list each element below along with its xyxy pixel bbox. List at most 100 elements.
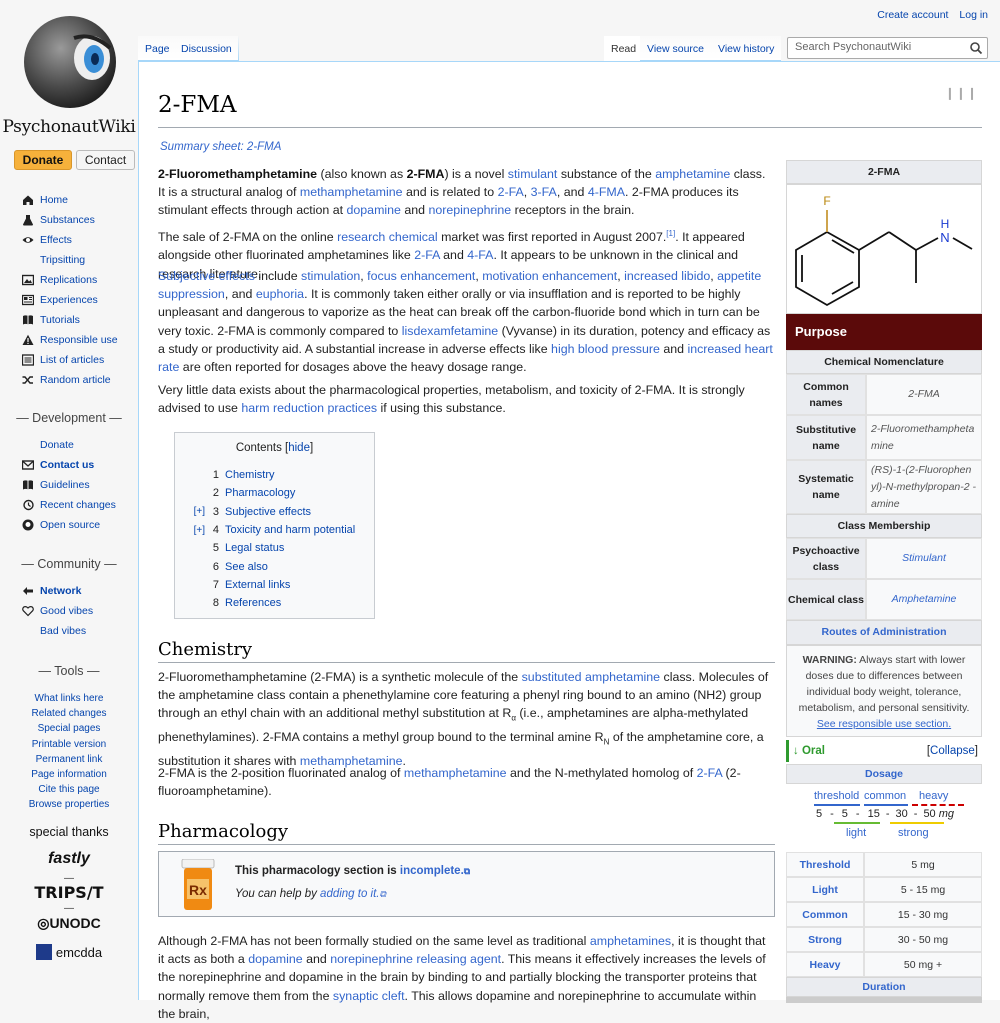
sidebar-item-network[interactable]: Network [0, 581, 138, 601]
responsible-use-link[interactable]: See responsible use section. [817, 718, 951, 730]
dosage-scale: threshold common heavy 5- 5- 15- 30- 50 … [786, 784, 982, 846]
tool-link-what-links-here[interactable]: What links here [0, 691, 138, 706]
heart-icon [20, 605, 36, 617]
tab-view-source[interactable]: View source [640, 36, 712, 61]
page-options-icon[interactable]: ❙❙❙ [945, 86, 978, 100]
search-input[interactable]: Search PsychonautWiki [787, 37, 988, 59]
login-link[interactable]: Log in [959, 9, 988, 21]
tool-link-page-information[interactable]: Page information [0, 767, 138, 782]
emcdda-logo[interactable]: emcdda [0, 944, 138, 960]
summary-sheet-link[interactable]: Summary sheet: 2-FMA [160, 141, 281, 153]
chemical-nomenclature-heading: Chemical Nomenclature [786, 350, 982, 374]
warning-icon [20, 334, 36, 346]
contact-button[interactable]: Contact [76, 150, 135, 170]
sidebar-item-responsible-use[interactable]: Responsible use [0, 330, 138, 350]
tab-discussion[interactable]: Discussion [174, 36, 239, 61]
globe-icon: ◎ [37, 915, 50, 931]
tab-view-history[interactable]: View history [711, 36, 782, 61]
toc-item[interactable]: 1 Chemistry [175, 466, 374, 484]
sidebar-item-guidelines[interactable]: Guidelines [0, 475, 138, 495]
unodc-logo[interactable]: ◎UNODC [0, 915, 138, 932]
scale-num-3: 15 [867, 808, 880, 820]
sidebar-item-label: Replications [40, 274, 98, 286]
dose-common-label[interactable]: Common [786, 902, 864, 927]
list-icon [20, 354, 36, 366]
sidebar-item-tripsitting[interactable]: Tripsitting [0, 250, 138, 270]
chemical-class-row: Chemical class Amphetamine [786, 579, 982, 620]
route-oral-header[interactable]: ↓ Oral [Collapse] [786, 740, 982, 762]
main-navigation: Home Substances Effects Tripsitting Replicat… [0, 190, 138, 390]
network-icon [20, 585, 36, 597]
sidebar-item-label: Tutorials [40, 314, 80, 326]
sidebar-item-open-source[interactable]: Open source [0, 515, 138, 535]
psychonautwiki-logo-icon[interactable] [18, 12, 122, 112]
sidebar-item-donate[interactable]: Donate [0, 435, 138, 455]
toc-item[interactable]: [+] 4 Toxicity and harm potential [175, 521, 374, 539]
chemical-class-link[interactable]: Amphetamine [866, 579, 982, 620]
psychoactive-class-link[interactable]: Stimulant [866, 538, 982, 579]
sidebar-item-contact-us[interactable]: Contact us [0, 455, 138, 475]
donate-button[interactable]: Donate [14, 150, 72, 170]
collapse-link[interactable]: Collapse [930, 745, 975, 757]
tool-link-printable-version[interactable]: Printable version [0, 737, 138, 752]
common-names-value: 2-FMA [866, 374, 982, 415]
adding-to-it-link[interactable]: adding to it. [320, 888, 379, 900]
tab-page[interactable]: Page [138, 36, 177, 61]
tool-link-related-changes[interactable]: Related changes [0, 706, 138, 721]
sidebar-item-effects[interactable]: Effects [0, 230, 138, 250]
toc-item[interactable]: 6 See also [175, 557, 374, 575]
sidebar-item-list-of-articles[interactable]: List of articles [0, 350, 138, 370]
eu-flag-icon [35, 944, 52, 960]
tab-read[interactable]: Read [604, 36, 644, 61]
toc-number: 5 [212, 542, 219, 555]
fastly-logo[interactable]: fastly [0, 850, 138, 868]
toc-number: 8 [212, 597, 219, 610]
toc-item[interactable]: [+] 3 Subjective effects [175, 503, 374, 521]
tool-link-cite-this-page[interactable]: Cite this page [0, 782, 138, 797]
tool-link-permanent-link[interactable]: Permanent link [0, 752, 138, 767]
search-icon[interactable] [969, 41, 983, 55]
tool-link-special-pages[interactable]: Special pages [0, 721, 138, 736]
dose-light-value: 5 - 15 mg [864, 877, 982, 902]
sidebar-item-tutorials[interactable]: Tutorials [0, 310, 138, 330]
sidebar-item-label: Substances [40, 214, 95, 226]
sidebar-item-recent-changes[interactable]: Recent changes [0, 495, 138, 515]
toc-title-label: Contents [235, 442, 282, 454]
fluorine-label: F [823, 194, 830, 208]
toc-expand-toggle[interactable]: [+] [175, 525, 205, 536]
scale-numbers: 5- 5- 15- 30- 50 mg [816, 808, 954, 820]
dose-threshold-label[interactable]: Threshold [786, 852, 864, 877]
scale-threshold-label: threshold [814, 790, 860, 802]
toc-expand-toggle[interactable]: [+] [175, 506, 205, 517]
toc-item[interactable]: 8 References [175, 594, 374, 612]
sidebar-item-substances[interactable]: Substances [0, 210, 138, 230]
tripsit-logo[interactable]: TRIPS/T [0, 883, 138, 902]
infobox-title: 2-FMA [786, 160, 982, 184]
dose-heavy-label[interactable]: Heavy [786, 952, 864, 977]
sidebar-item-bad-vibes[interactable]: Bad vibes [0, 621, 138, 641]
strong-bar [890, 822, 944, 824]
toc-hide-link[interactable]: hide [288, 442, 310, 454]
sidebar-item-replications[interactable]: Replications [0, 270, 138, 290]
create-account-link[interactable]: Create account [877, 9, 948, 21]
toc-item[interactable]: 5 Legal status [175, 539, 374, 557]
sidebar-item-good-vibes[interactable]: Good vibes [0, 601, 138, 621]
sidebar-item-label: Contact us [40, 459, 95, 471]
sidebar-item-random-article[interactable]: Random article [0, 370, 138, 390]
community-heading: — Community — [21, 557, 117, 571]
toc-item[interactable]: 2 Pharmacology [175, 484, 374, 502]
hydrogen-label: H [941, 217, 950, 231]
psychoactive-class-label: Psychoactive class [786, 538, 866, 579]
dose-strong-label[interactable]: Strong [786, 927, 864, 952]
site-wordmark[interactable]: PsychonautWiki [0, 117, 138, 137]
tool-link-browse-properties[interactable]: Browse properties [0, 797, 138, 812]
incomplete-text: This pharmacology section is [235, 865, 400, 877]
sidebar-item-home[interactable]: Home [0, 190, 138, 210]
routes-of-administration-link[interactable]: Routes of Administration [786, 620, 982, 645]
home-icon [20, 194, 36, 206]
incomplete-link[interactable]: incomplete. [400, 865, 464, 877]
tools-navigation: What links here Related changes Special pa… [0, 691, 138, 813]
sidebar-item-experiences[interactable]: Experiences [0, 290, 138, 310]
toc-item[interactable]: 7 External links [175, 576, 374, 594]
dose-light-label[interactable]: Light [786, 877, 864, 902]
